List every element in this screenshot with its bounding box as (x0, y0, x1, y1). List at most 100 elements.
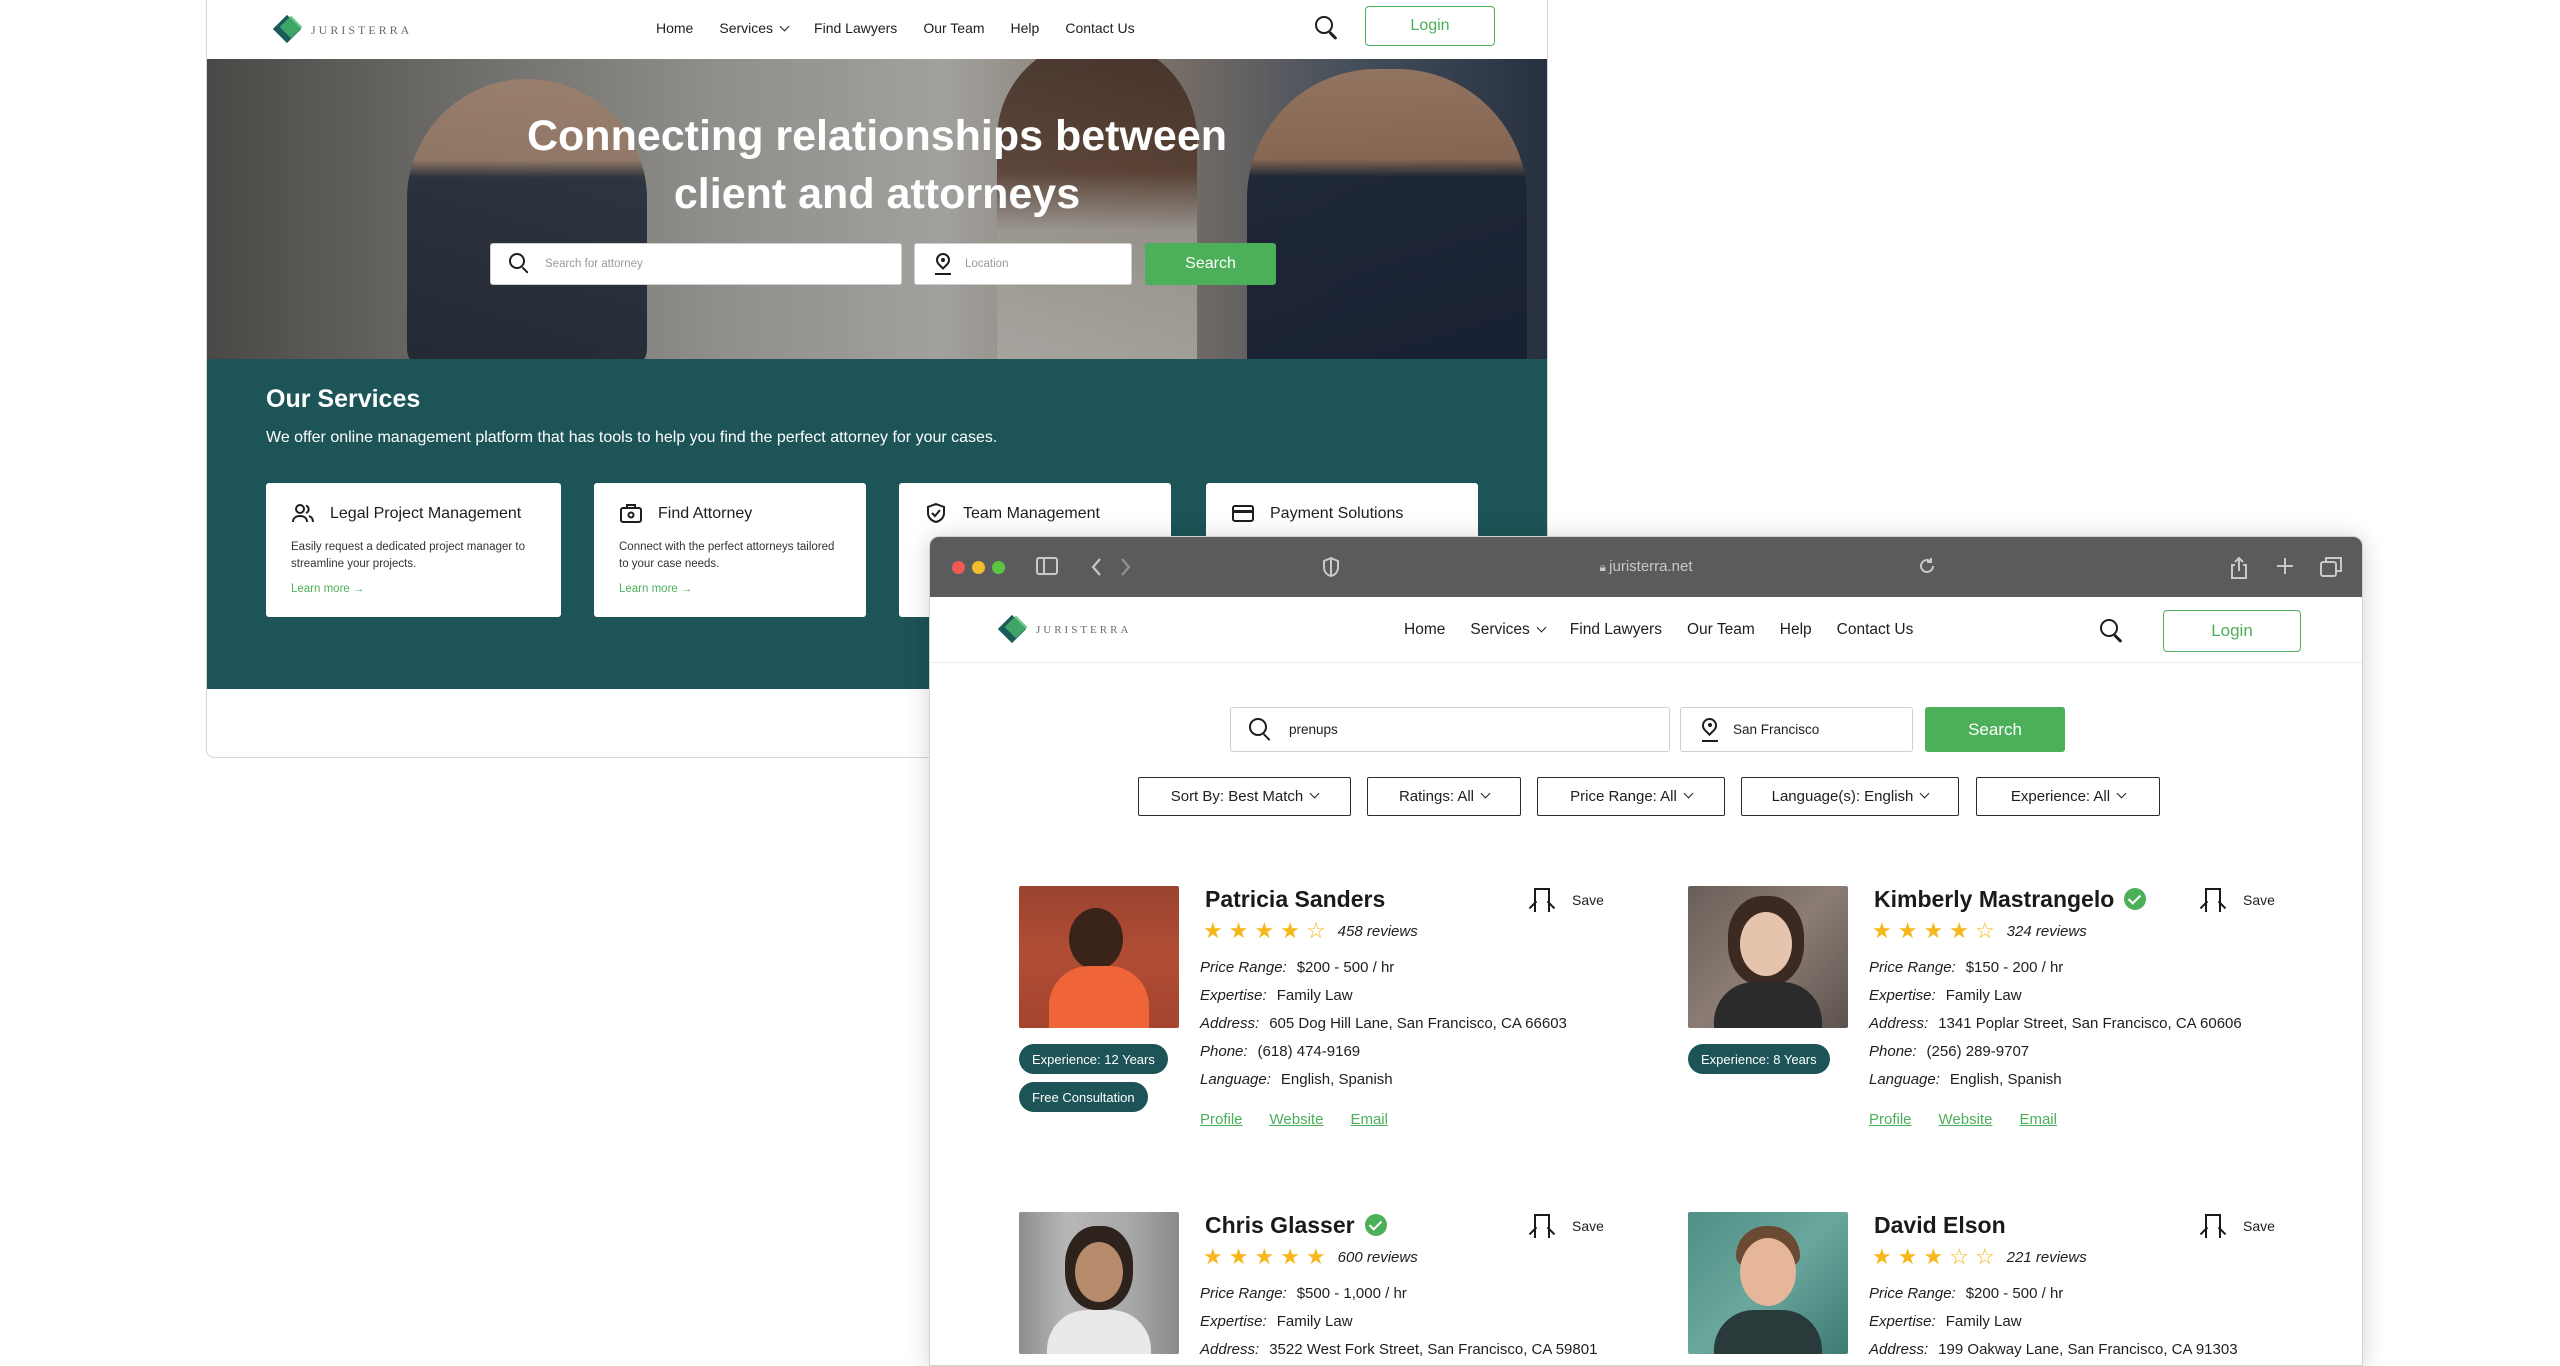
search-icon[interactable] (1315, 16, 1339, 40)
service-card-title: Team Management (963, 505, 1100, 522)
tab-overview-icon[interactable] (2320, 557, 2342, 577)
review-count[interactable]: 458 reviews (1338, 923, 1418, 940)
nav-find-lawyers[interactable]: Find Lawyers (1570, 621, 1662, 639)
address: Address: 605 Dog Hill Lane, San Francisco… (1200, 1015, 1567, 1032)
star-filled-icon: ★ (1254, 918, 1275, 943)
nav-home[interactable]: Home (656, 20, 693, 36)
star-filled-icon: ★ (1923, 918, 1944, 943)
logo-text: JURISTERRA (1036, 624, 1132, 636)
learn-more-link[interactable]: Learn more → (619, 583, 693, 595)
price-range: Price Range: $200 - 500 / hr (1200, 959, 1395, 976)
rating-stars: ★ ★ ★ ★ ★ 600 reviews (1203, 1246, 1418, 1268)
free-consultation-badge: Free Consultation (1019, 1082, 1148, 1112)
services-title: Our Services (266, 385, 421, 413)
website-link[interactable]: Website (1939, 1111, 1993, 1128)
reload-icon[interactable] (1918, 557, 1936, 575)
sort-by-dropdown[interactable]: Sort By: Best Match (1138, 777, 1351, 816)
language-dropdown[interactable]: Language(s): English (1741, 777, 1959, 816)
nav-home[interactable]: Home (1404, 621, 1445, 639)
location-placeholder: Location (965, 258, 1009, 270)
price-range: Price Range: $200 - 500 / hr (1869, 1285, 2064, 1302)
ratings-dropdown[interactable]: Ratings: All (1367, 777, 1521, 816)
review-count[interactable]: 221 reviews (2007, 1249, 2087, 1266)
lawyer-name[interactable]: Kimberly Mastrangelo (1874, 886, 2147, 913)
price-range-dropdown[interactable]: Price Range: All (1537, 777, 1725, 816)
location-input[interactable]: San Francisco (1680, 707, 1913, 752)
top-navbar: JURISTERRA Home Services Find Lawyers Ou… (207, 1, 1547, 59)
lawyer-photo[interactable] (1688, 1212, 1848, 1354)
experience-badge: Experience: 12 Years (1019, 1044, 1168, 1074)
login-button[interactable]: Login (1365, 6, 1495, 46)
nav-services[interactable]: Services (719, 20, 790, 36)
lawyer-name[interactable]: Patricia Sanders (1205, 886, 1385, 913)
star-filled-icon: ★ (1923, 1244, 1944, 1269)
lawyer-photo[interactable] (1019, 1212, 1179, 1354)
profile-link[interactable]: Profile (1200, 1111, 1243, 1128)
attorney-search-input[interactable]: prenups (1230, 707, 1670, 752)
rating-stars: ★ ★ ★ ★ ☆ 458 reviews (1203, 920, 1418, 942)
chevron-down-icon (779, 21, 790, 32)
star-filled-icon: ★ (1228, 1244, 1249, 1269)
logo[interactable]: JURISTERRA (272, 14, 413, 45)
expertise: Expertise: Family Law (1869, 987, 2022, 1004)
nav-our-team[interactable]: Our Team (1687, 621, 1755, 639)
service-card-find-attorney[interactable]: Find Attorney Connect with the perfect a… (594, 483, 866, 617)
chevron-down-icon (1683, 788, 1694, 799)
address-bar[interactable]: 🔒︎ juristerra.net (930, 558, 2362, 575)
nav-help[interactable]: Help (1011, 20, 1040, 36)
lawyer-links: Profile Website Email (1200, 1111, 1388, 1128)
website-link[interactable]: Website (1270, 1111, 1324, 1128)
star-filled-icon: ★ (1897, 918, 1918, 943)
nav-services-label: Services (1470, 621, 1530, 638)
location-pin-icon (933, 250, 953, 275)
review-count[interactable]: 600 reviews (1338, 1249, 1418, 1266)
attorney-search-input[interactable]: Search for attorney (490, 243, 902, 285)
review-count[interactable]: 324 reviews (2007, 923, 2087, 940)
nav-find-lawyers[interactable]: Find Lawyers (814, 20, 897, 36)
nav-help[interactable]: Help (1780, 621, 1812, 639)
service-card-title: Legal Project Management (330, 505, 522, 522)
save-button[interactable]: Save (1534, 888, 1604, 912)
users-icon (292, 504, 314, 523)
save-button[interactable]: Save (2205, 1214, 2275, 1238)
lawyer-photo[interactable] (1019, 886, 1179, 1028)
lawyer-card: David Elson ★ ★ ★ ☆ ☆ 221 reviews Save Price… (1688, 1212, 2308, 1365)
search-button[interactable]: Search (1925, 707, 2065, 752)
logo-text: JURISTERRA (311, 22, 413, 37)
expertise: Expertise: Family Law (1869, 1313, 2022, 1330)
save-button[interactable]: Save (1534, 1214, 1604, 1238)
bookmark-icon (2205, 1214, 2221, 1238)
site-navbar: JURISTERRA Home Services Find Lawyers Ou… (930, 597, 2362, 663)
lawyer-card: Chris Glasser ★ ★ ★ ★ ★ 600 reviews Save Pri… (1019, 1212, 1639, 1365)
search-button[interactable]: Search (1145, 243, 1276, 285)
new-tab-icon[interactable] (2276, 557, 2294, 575)
learn-more-link[interactable]: Learn more → (291, 583, 365, 595)
lawyer-photo[interactable] (1688, 886, 1848, 1028)
nav-contact-us[interactable]: Contact Us (1065, 20, 1134, 36)
star-filled-icon: ★ (1280, 1244, 1300, 1269)
nav-our-team[interactable]: Our Team (923, 20, 984, 36)
email-link[interactable]: Email (2019, 1111, 2057, 1128)
star-empty-icon: ☆ (1974, 918, 1995, 943)
star-filled-icon: ★ (1203, 1244, 1223, 1269)
email-link[interactable]: Email (1350, 1111, 1388, 1128)
lawyer-name[interactable]: Chris Glasser (1205, 1212, 1387, 1239)
nav-contact-us[interactable]: Contact Us (1837, 621, 1914, 639)
nav-links: Home Services Find Lawyers Our Team Help… (1404, 621, 1913, 639)
save-button[interactable]: Save (2205, 888, 2275, 912)
nav-services[interactable]: Services (1470, 621, 1547, 639)
login-button[interactable]: Login (2163, 610, 2301, 652)
logo[interactable]: JURISTERRA (997, 614, 1132, 645)
phone: Phone: (256) 289-9707 (1869, 1043, 2030, 1060)
profile-link[interactable]: Profile (1869, 1111, 1912, 1128)
search-icon[interactable] (2100, 619, 2124, 643)
service-card-title: Payment Solutions (1270, 505, 1404, 522)
service-card-legal-project-management[interactable]: Legal Project Management Easily request … (266, 483, 561, 617)
price-range: Price Range: $500 - 1,000 / hr (1200, 1285, 1407, 1302)
lawyer-name[interactable]: David Elson (1874, 1212, 2006, 1239)
experience-dropdown[interactable]: Experience: All (1976, 777, 2160, 816)
location-input[interactable]: Location (914, 243, 1132, 285)
credit-card-icon (1232, 505, 1254, 522)
share-icon[interactable] (2230, 557, 2248, 579)
star-empty-icon: ☆ (1974, 1244, 1995, 1269)
